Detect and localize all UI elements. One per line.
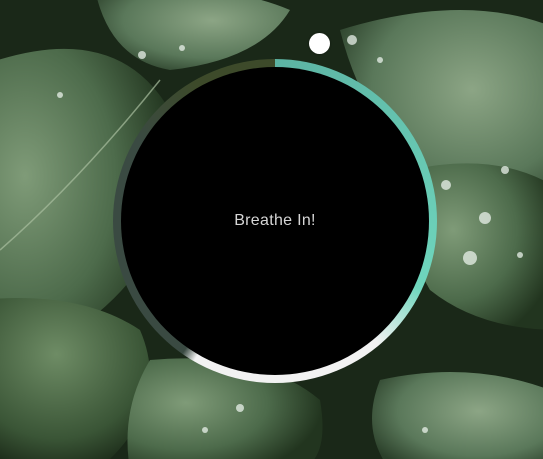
pointer-dot-icon: [309, 33, 330, 54]
breathing-instruction: Breathe In!: [234, 212, 316, 229]
breathing-circle: Breathe In!: [121, 67, 429, 375]
progress-ring-track: Breathe In!: [113, 59, 437, 383]
breathing-app: Breathe In!: [0, 0, 543, 459]
breathing-progress-ring: Breathe In!: [113, 59, 437, 383]
